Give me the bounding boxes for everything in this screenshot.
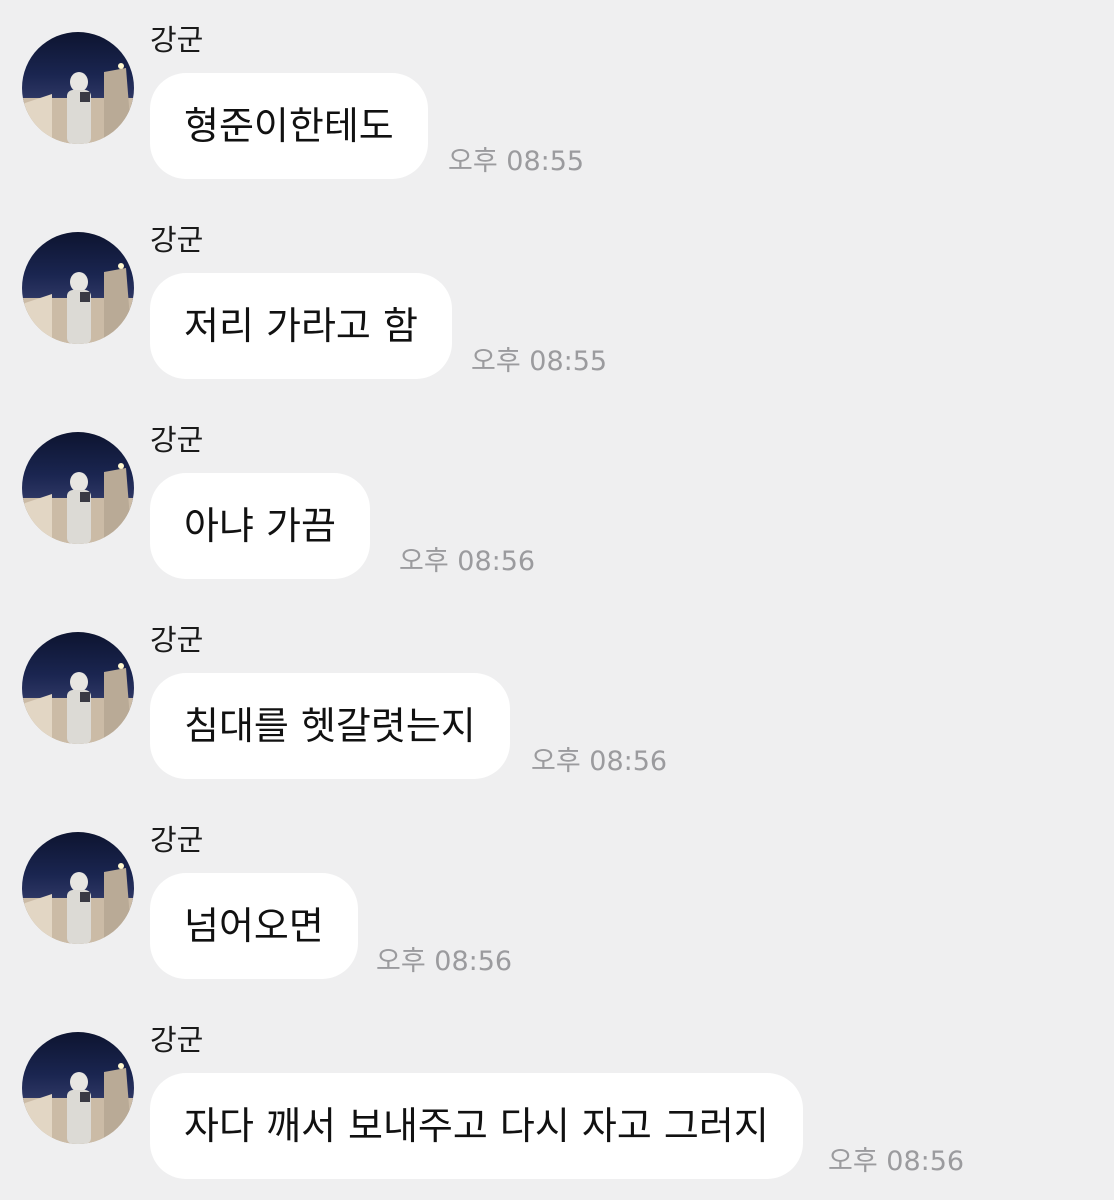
message-row: 강군 아냐 가끔 오후 08:56 [0,400,1114,600]
message-row: 강군 저리 가라고 함 오후 08:55 [0,200,1114,400]
profile-photo-icon [22,863,134,944]
sender-name: 강군 [150,623,204,657]
message-timestamp: 오후 08:56 [531,746,668,777]
profile-photo-icon [22,63,134,144]
sender-name: 강군 [150,1023,204,1057]
message-timestamp: 오후 08:55 [448,146,585,177]
sender-avatar[interactable] [22,632,134,744]
message-bubble[interactable]: 형준이한테도 [150,73,428,179]
message-timestamp: 오후 08:55 [471,346,608,377]
message-row: 강군 자다 깨서 보내주고 다시 자고 그러지 오후 08:56 [0,1000,1114,1200]
message-bubble[interactable]: 넘어오면 [150,873,358,979]
profile-photo-icon [22,1063,134,1144]
sender-avatar[interactable] [22,32,134,144]
sender-avatar[interactable] [22,832,134,944]
sender-avatar[interactable] [22,232,134,344]
sender-name: 강군 [150,223,204,257]
profile-photo-icon [22,263,134,344]
sender-name: 강군 [150,423,204,457]
message-timestamp: 오후 08:56 [828,1146,965,1177]
message-bubble[interactable]: 저리 가라고 함 [150,273,452,379]
message-row: 강군 형준이한테도 오후 08:55 [0,0,1114,200]
sender-name: 강군 [150,823,204,857]
message-row: 강군 넘어오면 오후 08:56 [0,800,1114,1000]
message-bubble[interactable]: 자다 깨서 보내주고 다시 자고 그러지 [150,1073,803,1179]
sender-avatar[interactable] [22,432,134,544]
message-timestamp: 오후 08:56 [399,546,536,577]
message-timestamp: 오후 08:56 [376,946,513,977]
sender-name: 강군 [150,23,204,57]
profile-photo-icon [22,663,134,744]
message-bubble[interactable]: 아냐 가끔 [150,473,370,579]
message-row: 강군 침대를 헷갈렷는지 오후 08:56 [0,600,1114,800]
sender-avatar[interactable] [22,1032,134,1144]
profile-photo-icon [22,463,134,544]
chat-message-list[interactable]: 강군 형준이한테도 오후 08:55 강군 저리 가라고 함 오후 08:55 [0,0,1114,1200]
message-bubble[interactable]: 침대를 헷갈렷는지 [150,673,510,779]
